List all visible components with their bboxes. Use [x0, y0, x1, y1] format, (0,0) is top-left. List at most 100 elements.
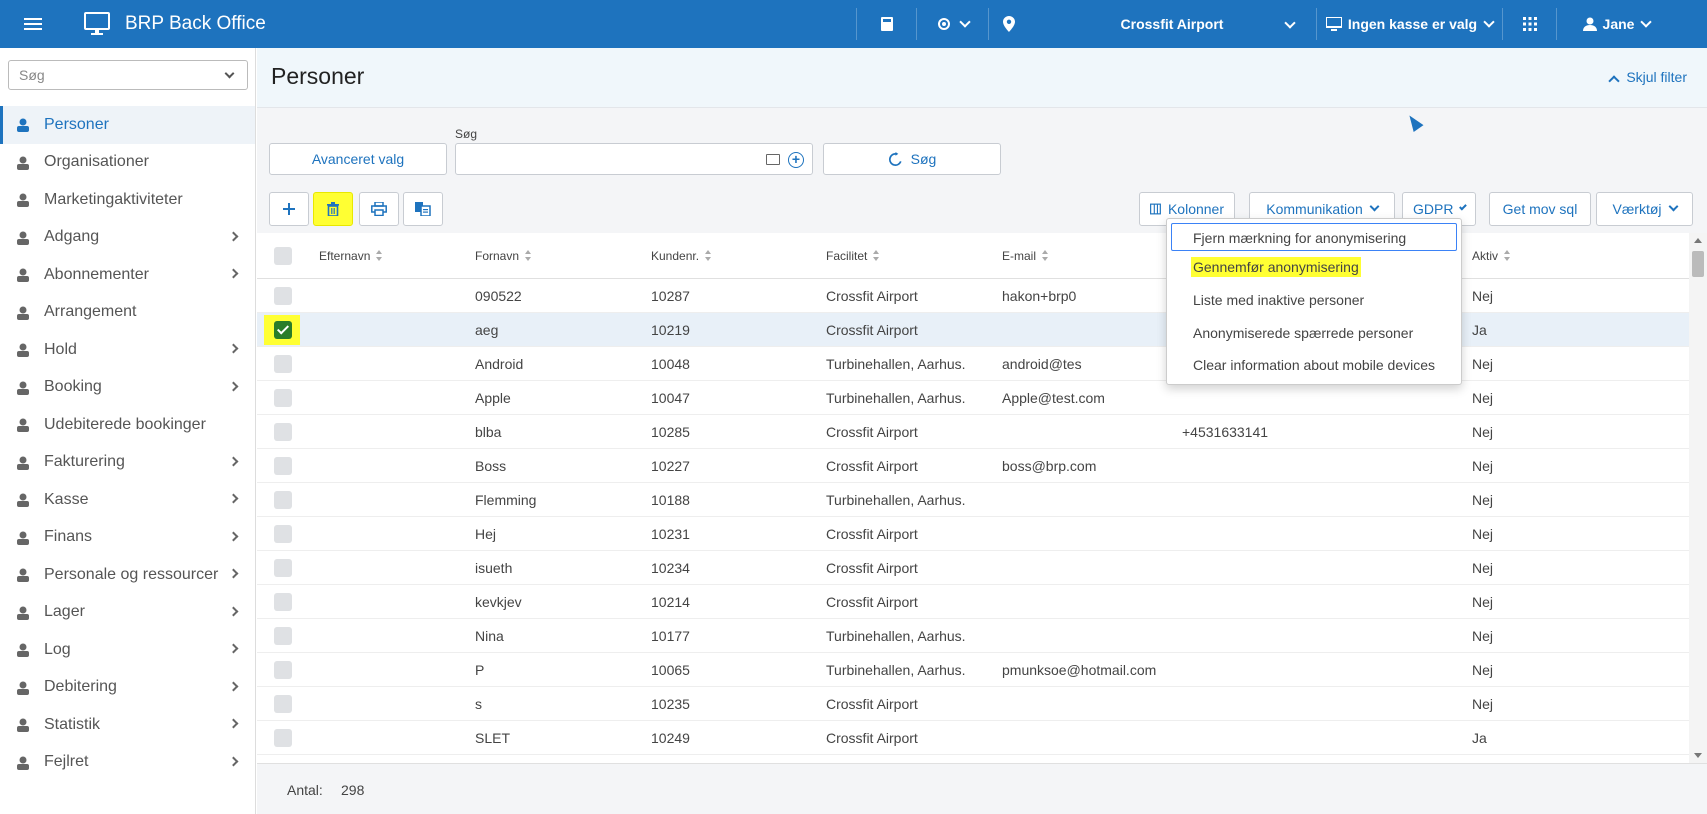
row-checkbox[interactable] [274, 661, 292, 679]
location-dropdown[interactable]: Crossfit Airport [1028, 8, 1316, 40]
table-row[interactable]: Nina 10177 Turbinehallen, Aarhus. Nej [257, 619, 1689, 653]
scroll-up-arrow-icon[interactable] [1694, 238, 1702, 243]
table-row[interactable]: blba 10285 Crossfit Airport +4531633141 Nej [257, 415, 1689, 449]
sidebar-item-fejlret[interactable]: Fejlret [0, 744, 255, 782]
scroll-down-arrow-icon[interactable] [1694, 753, 1702, 758]
advanced-select-button[interactable]: Avanceret valg [269, 143, 447, 175]
search-button[interactable]: Søg [823, 143, 1001, 175]
sidebar-item-fakturering[interactable]: Fakturering [0, 444, 255, 482]
table-row[interactable]: Apple 10047 Turbinehallen, Aarhus. Apple@te… [257, 381, 1689, 415]
row-checkbox[interactable] [274, 729, 292, 747]
delete-button[interactable] [313, 192, 353, 226]
sidebar-item-udebiterede-bookinger[interactable]: Udebiterede bookinger [0, 406, 255, 444]
sidebar-item-marketingaktiviteter[interactable]: Marketingaktiviteter [0, 181, 255, 219]
gdpr-menu-item-remove-marking[interactable]: Fjern mærkning for anonymisering [1171, 223, 1457, 251]
row-checkbox[interactable] [274, 559, 292, 577]
row-checkbox[interactable] [274, 491, 292, 509]
table-row[interactable]: Android 10048 Turbinehallen, Aarhus. androi… [257, 347, 1689, 381]
get-sql-button[interactable]: Get mov sql [1489, 192, 1591, 226]
row-checkbox[interactable] [274, 389, 292, 407]
main-content: Personer Skjul filter Avanceret valg Søg… [257, 48, 1707, 814]
row-checkbox[interactable] [274, 321, 292, 339]
column-header-efternavn[interactable]: Efternavn [319, 249, 383, 263]
column-header-label: Fornavn [475, 249, 520, 263]
sidebar-item-organisationer[interactable]: Organisationer [0, 144, 255, 182]
menu-icon[interactable] [24, 15, 42, 33]
export-button[interactable] [403, 192, 443, 226]
persons-table: Efternavn Fornavn Kundenr. Facilitet E-mail S… [257, 233, 1689, 763]
calculator-icon [880, 17, 893, 31]
sidebar-item-log[interactable]: Log [0, 631, 255, 669]
cell-first-name: Hej [475, 526, 497, 542]
sidebar-item-statistik[interactable]: Statistik [0, 706, 255, 744]
sort-icon[interactable] [705, 250, 712, 261]
register-dropdown[interactable]: Ingen kasse er valg [1316, 8, 1502, 40]
row-checkbox[interactable] [274, 423, 292, 441]
user-dropdown[interactable]: Jane [1556, 8, 1676, 40]
chevron-down-icon [1668, 201, 1678, 212]
cell-facility: Crossfit Airport [826, 288, 918, 304]
gdpr-menu-item-clear-mobile-devices[interactable]: Clear information about mobile devices [1193, 357, 1435, 373]
sidebar-item-label: Lager [44, 603, 85, 621]
row-checkbox[interactable] [274, 287, 292, 305]
sidebar-item-label: Fejlret [44, 753, 89, 771]
settings-dropdown[interactable] [916, 8, 988, 40]
tools-dropdown[interactable]: Værktøj [1596, 192, 1693, 226]
sidebar-item-adgang[interactable]: Adgang [0, 219, 255, 257]
sidebar-item-kasse[interactable]: Kasse [0, 481, 255, 519]
select-all-checkbox[interactable] [274, 247, 292, 265]
add-button[interactable] [269, 192, 309, 226]
sort-icon[interactable] [525, 250, 532, 261]
table-row[interactable]: Boss 10227 Crossfit Airport boss@brp.com Nej [257, 449, 1689, 483]
location-marker-button[interactable] [988, 8, 1028, 40]
chevron-right-icon [228, 456, 239, 466]
column-header-aktiv[interactable]: Aktiv [1472, 249, 1511, 263]
sidebar-item-debitering[interactable]: Debitering [0, 669, 255, 707]
tools-label: Værktøj [1612, 201, 1662, 217]
sidebar-search-select[interactable]: Søg [8, 60, 248, 90]
hide-filter-link[interactable]: Skjul filter [1608, 69, 1687, 87]
table-row[interactable]: P 10065 Turbinehallen, Aarhus. pmunksoe@hot… [257, 653, 1689, 687]
scroll-thumb[interactable] [1692, 251, 1704, 277]
row-checkbox[interactable] [274, 593, 292, 611]
column-header-facilitet[interactable]: Facilitet [826, 249, 880, 263]
table-row[interactable]: Hej 10231 Crossfit Airport Nej [257, 517, 1689, 551]
table-row[interactable]: Flemming 10188 Turbinehallen, Aarhus. Nej [257, 483, 1689, 517]
gdpr-menu-item-inactive-persons[interactable]: Liste med inaktive personer [1193, 292, 1364, 308]
sort-icon[interactable] [376, 250, 383, 261]
search-input[interactable]: + [455, 143, 813, 175]
sidebar-item-hold[interactable]: Hold [0, 331, 255, 369]
column-header-fornavn[interactable]: Fornavn [475, 249, 532, 263]
sidebar-item-booking[interactable]: Booking [0, 369, 255, 407]
sidebar-item-finans[interactable]: Finans [0, 519, 255, 557]
print-button[interactable] [359, 192, 399, 226]
row-checkbox[interactable] [274, 457, 292, 475]
table-scrollbar[interactable] [1689, 233, 1707, 763]
sidebar-item-personer[interactable]: Personer [0, 106, 255, 144]
id-card-icon[interactable] [766, 154, 780, 165]
calculator-button[interactable] [856, 8, 916, 40]
gdpr-menu-item-anonymized-blocked[interactable]: Anonymiserede spærrede personer [1193, 325, 1413, 341]
gdpr-menu-item-perform-anonymization[interactable]: Gennemfør anonymisering [1191, 257, 1361, 277]
sort-icon[interactable] [1042, 250, 1049, 261]
apps-grid-button[interactable] [1502, 8, 1556, 40]
row-checkbox[interactable] [274, 355, 292, 373]
sidebar-item-personale-og-ressourcer[interactable]: Personale og ressourcer [0, 556, 255, 594]
column-header-kundenr-[interactable]: Kundenr. [651, 249, 712, 263]
table-row[interactable]: 090522 10287 Crossfit Airport hakon+brp0 Nej [257, 279, 1689, 313]
sidebar-item-arrangement[interactable]: Arrangement [0, 294, 255, 332]
row-checkbox[interactable] [274, 627, 292, 645]
sidebar-item-abonnementer[interactable]: Abonnementer [0, 256, 255, 294]
sort-icon[interactable] [873, 250, 880, 261]
row-checkbox[interactable] [274, 525, 292, 543]
column-header-e-mail[interactable]: E-mail [1002, 249, 1049, 263]
add-circle-icon[interactable]: + [788, 152, 804, 168]
table-row[interactable]: SLET 10249 Crossfit Airport Ja [257, 721, 1689, 755]
table-row[interactable]: isueth 10234 Crossfit Airport Nej [257, 551, 1689, 585]
table-row[interactable]: aeg 10219 Crossfit Airport Ja [257, 313, 1689, 347]
table-row[interactable]: kevkjev 10214 Crossfit Airport Nej [257, 585, 1689, 619]
row-checkbox[interactable] [274, 695, 292, 713]
table-row[interactable]: s 10235 Crossfit Airport Nej [257, 687, 1689, 721]
sidebar-item-lager[interactable]: Lager [0, 594, 255, 632]
sort-icon[interactable] [1504, 250, 1511, 261]
